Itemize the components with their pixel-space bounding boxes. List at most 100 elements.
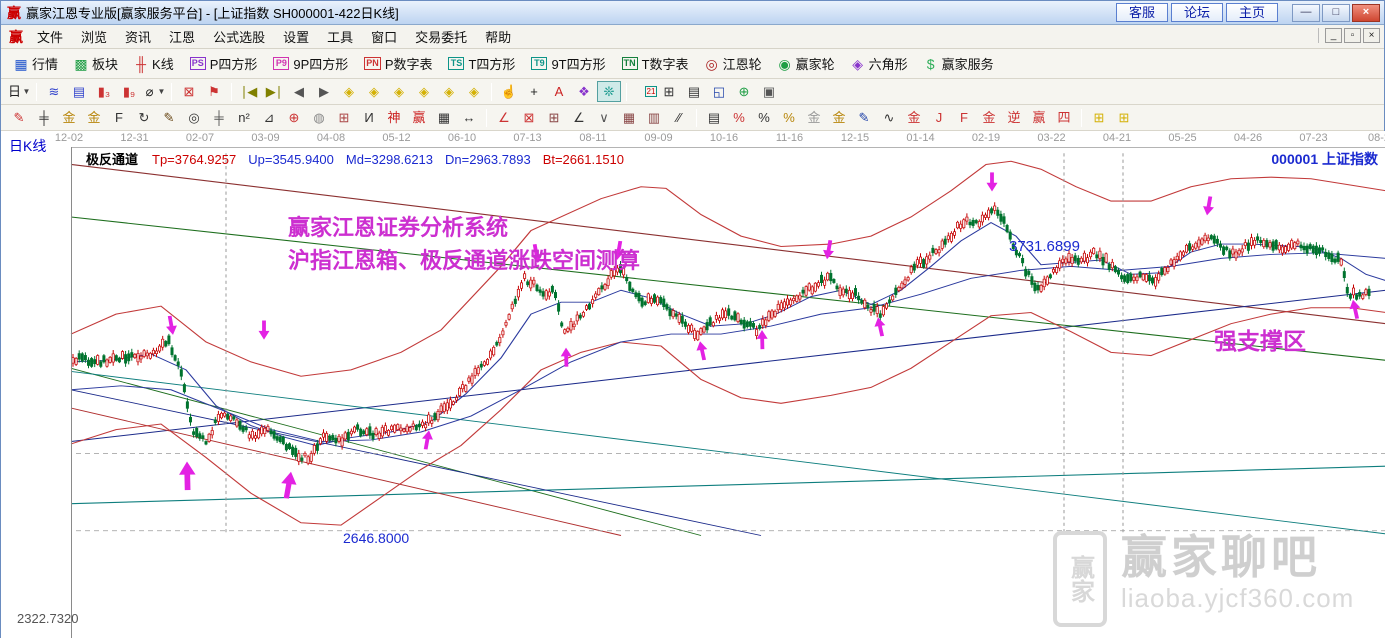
crosshair-tool-icon[interactable]: + (522, 81, 546, 102)
candle-width-icon[interactable]: ⌀ ▼ (142, 81, 166, 102)
kline-button[interactable]: ╫ K线 (127, 51, 181, 76)
menu-文件[interactable]: 文件 (28, 25, 72, 48)
calendar-21-icon[interactable]: 21 (632, 81, 658, 102)
bars-3-icon[interactable]: ▮₃ (92, 81, 116, 102)
fibonacci-comb-icon[interactable]: F (107, 107, 131, 128)
pencil-red-icon[interactable]: ✎ (7, 107, 31, 128)
stat-table-icon[interactable]: ▤ (702, 107, 726, 128)
golden-comb-1-icon[interactable]: 金 (57, 107, 81, 128)
t-number-table-button[interactable]: TN T数字表 (615, 51, 696, 76)
wave-count-icon[interactable]: И (357, 107, 381, 128)
bars-9-icon[interactable]: ▮₉ (117, 81, 141, 102)
ni-angle-icon[interactable]: 逆 (1002, 107, 1026, 128)
percent-red-icon[interactable]: % (727, 107, 751, 128)
save-icon[interactable]: ◱ (707, 81, 731, 102)
spiral-icon[interactable]: ◍ (307, 107, 331, 128)
span-measure-icon[interactable]: ↔ (457, 107, 481, 128)
customer-service-button[interactable]: 客服 (1116, 3, 1168, 22)
f-angle-icon[interactable]: F (952, 107, 976, 128)
grid-gold-2-icon[interactable]: ⊞ (1112, 107, 1136, 128)
child-restore-button[interactable]: ▫ (1344, 28, 1361, 43)
close-button[interactable]: × (1352, 3, 1380, 22)
menu-浏览[interactable]: 浏览 (72, 25, 116, 48)
circle-cycle-icon[interactable]: ◎ (182, 107, 206, 128)
step-next-icon[interactable]: ▶ (312, 81, 336, 102)
child-close-button[interactable]: × (1363, 28, 1380, 43)
si-angle-icon[interactable]: 四 (1052, 107, 1076, 128)
time-comb-icon[interactable]: ╪ (207, 107, 231, 128)
remote-pc-icon[interactable]: ▣ (757, 81, 781, 102)
info-note-icon[interactable]: ▤ (67, 81, 91, 102)
candle-period-icon[interactable]: 日 ▼ (7, 81, 31, 102)
grid-dark-1-icon[interactable]: ▦ (617, 107, 641, 128)
j-angle-icon[interactable]: J (927, 107, 951, 128)
candle-pencil-icon[interactable]: ✎ (852, 107, 876, 128)
gann-box-fan-icon[interactable]: ⊠ (517, 107, 541, 128)
winner-wheel-button[interactable]: ◉ 赢家轮 (771, 51, 842, 76)
t9-square-button[interactable]: T9 9T四方形 (524, 51, 612, 76)
homepage-button[interactable]: 主页 (1226, 3, 1278, 22)
export-icon[interactable]: ⊕ (732, 81, 756, 102)
golden-ring-icon[interactable]: 金 (802, 107, 826, 128)
shift-right-icon[interactable]: ◈ (362, 81, 386, 102)
t-square-button[interactable]: TS T四方形 (441, 51, 522, 76)
slant-lines-icon[interactable]: ∕∕ (667, 107, 691, 128)
forum-button[interactable]: 论坛 (1171, 3, 1223, 22)
p-number-table-button[interactable]: PN P数字表 (357, 51, 439, 76)
color-flag-icon[interactable]: ⚑ (202, 81, 226, 102)
gann-box-red-icon[interactable]: ⊠ (177, 81, 201, 102)
angle-lines-icon[interactable]: ∠ (567, 107, 591, 128)
restore-button[interactable]: □ (1322, 3, 1350, 22)
quotes-button[interactable]: ▦ 行情 (7, 51, 65, 76)
calculator-icon[interactable]: ⊞ (657, 81, 681, 102)
gann-comb-icon[interactable]: ╪ (32, 107, 56, 128)
menu-窗口[interactable]: 窗口 (362, 25, 406, 48)
menu-江恩[interactable]: 江恩 (160, 25, 204, 48)
ying-angle-icon[interactable]: 赢 (1027, 107, 1051, 128)
minimize-button[interactable]: — (1292, 3, 1320, 22)
menu-交易委托[interactable]: 交易委托 (406, 25, 476, 48)
shrink-h-icon[interactable]: ◈ (412, 81, 436, 102)
goto-last-icon[interactable]: ▶∣ (262, 81, 286, 102)
symbol-label[interactable]: 000001 上证指数 (1271, 149, 1378, 169)
menu-资讯[interactable]: 资讯 (116, 25, 160, 48)
step-prev-icon[interactable]: ◀ (287, 81, 311, 102)
stretch-h-icon[interactable]: ◈ (387, 81, 411, 102)
p-square-button[interactable]: PS P四方形 (183, 51, 265, 76)
child-minimize-button[interactable]: _ (1325, 28, 1342, 43)
drawing-kit-icon[interactable]: ❖ (572, 81, 596, 102)
menu-公式选股[interactable]: 公式选股 (204, 25, 274, 48)
menu-帮助[interactable]: 帮助 (476, 25, 520, 48)
hand-tool-icon[interactable]: ☝ (497, 81, 521, 102)
menu-工具[interactable]: 工具 (318, 25, 362, 48)
smart-analysis-icon[interactable]: ❊ (597, 81, 621, 102)
percent-line-icon[interactable]: % (777, 107, 801, 128)
menu-设置[interactable]: 设置 (274, 25, 318, 48)
goto-first-icon[interactable]: ∣◀ (237, 81, 261, 102)
period-label[interactable]: 日K线 (9, 136, 46, 156)
gann-fan-icon[interactable]: ∠ (492, 107, 516, 128)
hexagon-button[interactable]: ◈ 六角形 (844, 51, 915, 76)
n-squared-icon[interactable]: n² (232, 107, 256, 128)
v-lines-icon[interactable]: ∨ (592, 107, 616, 128)
expand-all-icon[interactable]: ◈ (437, 81, 461, 102)
percent-black-icon[interactable]: % (752, 107, 776, 128)
pencil-black-icon[interactable]: ✎ (157, 107, 181, 128)
compress-all-icon[interactable]: ◈ (462, 81, 486, 102)
time-price-grid-icon[interactable]: ▦ (432, 107, 456, 128)
grid-gold-1-icon[interactable]: ⊞ (1087, 107, 1111, 128)
nine-cycle-icon[interactable]: ↻ (132, 107, 156, 128)
sectors-button[interactable]: ▩ 板块 (67, 51, 125, 76)
golden-angle-icon[interactable]: 金 (977, 107, 1001, 128)
shen-tool-icon[interactable]: 神 (382, 107, 406, 128)
winner-service-button[interactable]: $ 赢家服务 (917, 51, 1001, 76)
golden-comb-2-icon[interactable]: 金 (82, 107, 106, 128)
golden-lines-icon[interactable]: 金 (827, 107, 851, 128)
wave-overlay-icon[interactable]: ≋ (42, 81, 66, 102)
chart-area[interactable]: 12-02 12-31 02-07 03-09 04-08 05-12 06-10 07-13… (1, 131, 1385, 638)
mark-tool-icon[interactable]: A (547, 81, 571, 102)
shift-left-icon[interactable]: ◈ (337, 81, 361, 102)
golden-red-icon[interactable]: 金 (902, 107, 926, 128)
grid-dark-2-icon[interactable]: ▥ (642, 107, 666, 128)
angle-mark-icon[interactable]: ⊿ (257, 107, 281, 128)
